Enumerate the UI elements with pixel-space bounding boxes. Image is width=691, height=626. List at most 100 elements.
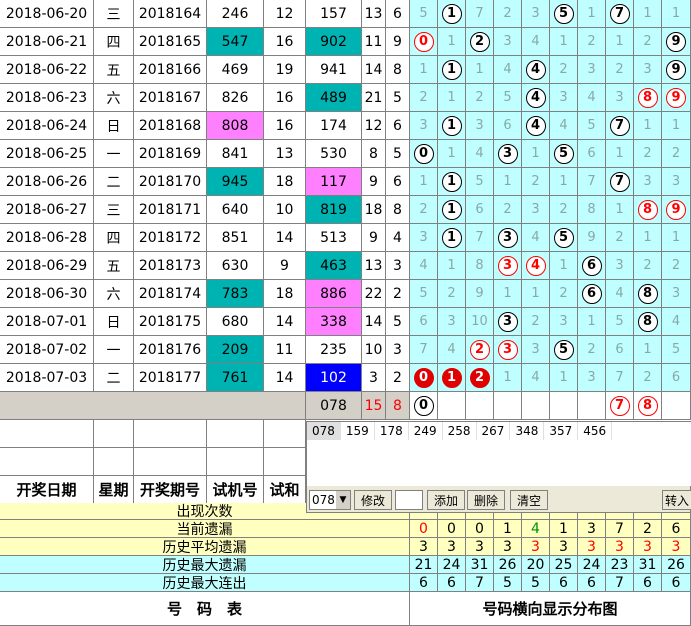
number-list-item[interactable]: 456 [578,422,613,440]
dist-cell: 2 [606,224,634,252]
dist-cell: 1 [606,28,634,56]
trial-sum-cell: 11 [264,336,306,364]
empty-cell [134,448,207,476]
dist-cell: 1 [466,56,494,84]
stat-value: 7 [606,520,634,538]
dist-cell: 4 [550,112,578,140]
draw-cell: 941 [306,56,362,84]
stat-value: 3 [578,520,606,538]
span-cell: 3 [386,336,410,364]
lottery-table: 2018-06-20 三 2018164 246 12 157 13 6 5 1 7 2 3 5 1 7 1 1 2… [0,0,691,626]
draw-cell: 530 [306,140,362,168]
trial-sum-cell: 9 [264,252,306,280]
dist-cell: 1 [662,224,691,252]
trial-sum-cell: 14 [264,364,306,392]
dist-cell: 3 [494,28,522,56]
number-list-item[interactable]: 159 [341,422,375,440]
dist-cell: 3 [550,84,578,112]
blank-row-cell [0,392,306,420]
number-ball: 9 [666,87,686,108]
stat-value: 6 [438,574,466,592]
dist-cell: 1 [438,252,466,280]
dist-cell: 10 [466,308,494,336]
dist-cell: 1 [494,168,522,196]
issue-cell: 2018176 [134,336,207,364]
next-dist-cell [522,392,550,420]
empty-cell [0,420,94,448]
number-list-item[interactable]: 078 [307,422,341,440]
date-cell: 2018-07-01 [0,308,94,336]
dist-cell: 4 [494,56,522,84]
trial-cell: 945 [207,168,264,196]
date-cell: 2018-06-20 [0,0,94,28]
dist-cell: 5 [606,308,634,336]
stat-value: 6 [634,574,662,592]
chevron-down-icon[interactable]: ▼ [336,491,350,509]
trial-cell: 469 [207,56,264,84]
next-dist-cell [466,392,494,420]
next-dist-cell: 0 [410,392,438,420]
stat-value: 3 [522,538,550,556]
number-ball: 7 [609,115,630,136]
dist-cell: 2 [494,0,522,28]
import-button[interactable]: 转入 [662,490,691,510]
delete-button[interactable]: 删除 [467,490,505,510]
add-button[interactable]: 添加 [427,490,465,510]
stat-value: 7 [466,574,494,592]
dist-cell: 0 [410,140,438,168]
empty-cell [94,448,134,476]
stat-value: 31 [466,556,494,574]
number-ball: 1 [441,367,462,388]
issue-cell: 2018169 [134,140,207,168]
number-list-item[interactable]: 348 [510,422,545,440]
number-ball: 9 [666,31,686,52]
number-ball: 4 [525,87,546,108]
number-list-item[interactable]: 258 [443,422,477,440]
number-list[interactable]: 078 159 178 249 258 267 348 357 456 [307,422,691,440]
dist-cell: 3 [634,168,662,196]
dist-cell: 3 [522,196,550,224]
dist-cell: 4 [522,84,550,112]
stat-value: 24 [578,556,606,574]
number-combo[interactable]: 078 ▼ [309,490,351,510]
stat-value: 5 [522,574,550,592]
dist-cell: 8 [634,280,662,308]
trial-cell: 246 [207,0,264,28]
number-list-item[interactable]: 249 [409,422,443,440]
clear-button[interactable]: 清空 [510,490,548,510]
number-ball: 3 [497,227,518,248]
dist-cell: 6 [410,308,438,336]
dist-cell: 1 [606,140,634,168]
stat-value: 3 [606,538,634,556]
number-ball: 5 [553,227,574,248]
dist-cell: 3 [410,112,438,140]
dist-cell: 2 [438,280,466,308]
dist-cell: 4 [606,280,634,308]
edit-button[interactable]: 修改 [354,490,392,510]
number-ball: 0 [413,367,434,388]
dist-cell: 2 [410,84,438,112]
dist-cell: 1 [550,364,578,392]
dist-cell: 5 [550,224,578,252]
dist-cell: 5 [550,336,578,364]
number-list-item[interactable]: 267 [477,422,511,440]
number-ball: 3 [497,311,518,332]
number-list-item[interactable]: 357 [544,422,579,440]
header-trial: 试机号 [207,476,264,504]
dist-cell: 4 [522,224,550,252]
number-input[interactable] [395,490,423,510]
dist-cell: 6 [494,112,522,140]
stat-value: 6 [662,574,691,592]
draw-cell: 463 [306,252,362,280]
header-trial-sum: 试和 [264,476,306,504]
stat-value: 6 [410,574,438,592]
weekday-cell: 三 [94,0,134,28]
dist-cell: 4 [522,28,550,56]
dist-cell: 5 [410,280,438,308]
dist-cell: 5 [550,140,578,168]
dist-cell: 1 [438,196,466,224]
number-ball: 3 [497,339,518,360]
number-list-item[interactable]: 178 [375,422,409,440]
dist-cell: 1 [438,28,466,56]
number-ball: 4 [525,59,546,80]
